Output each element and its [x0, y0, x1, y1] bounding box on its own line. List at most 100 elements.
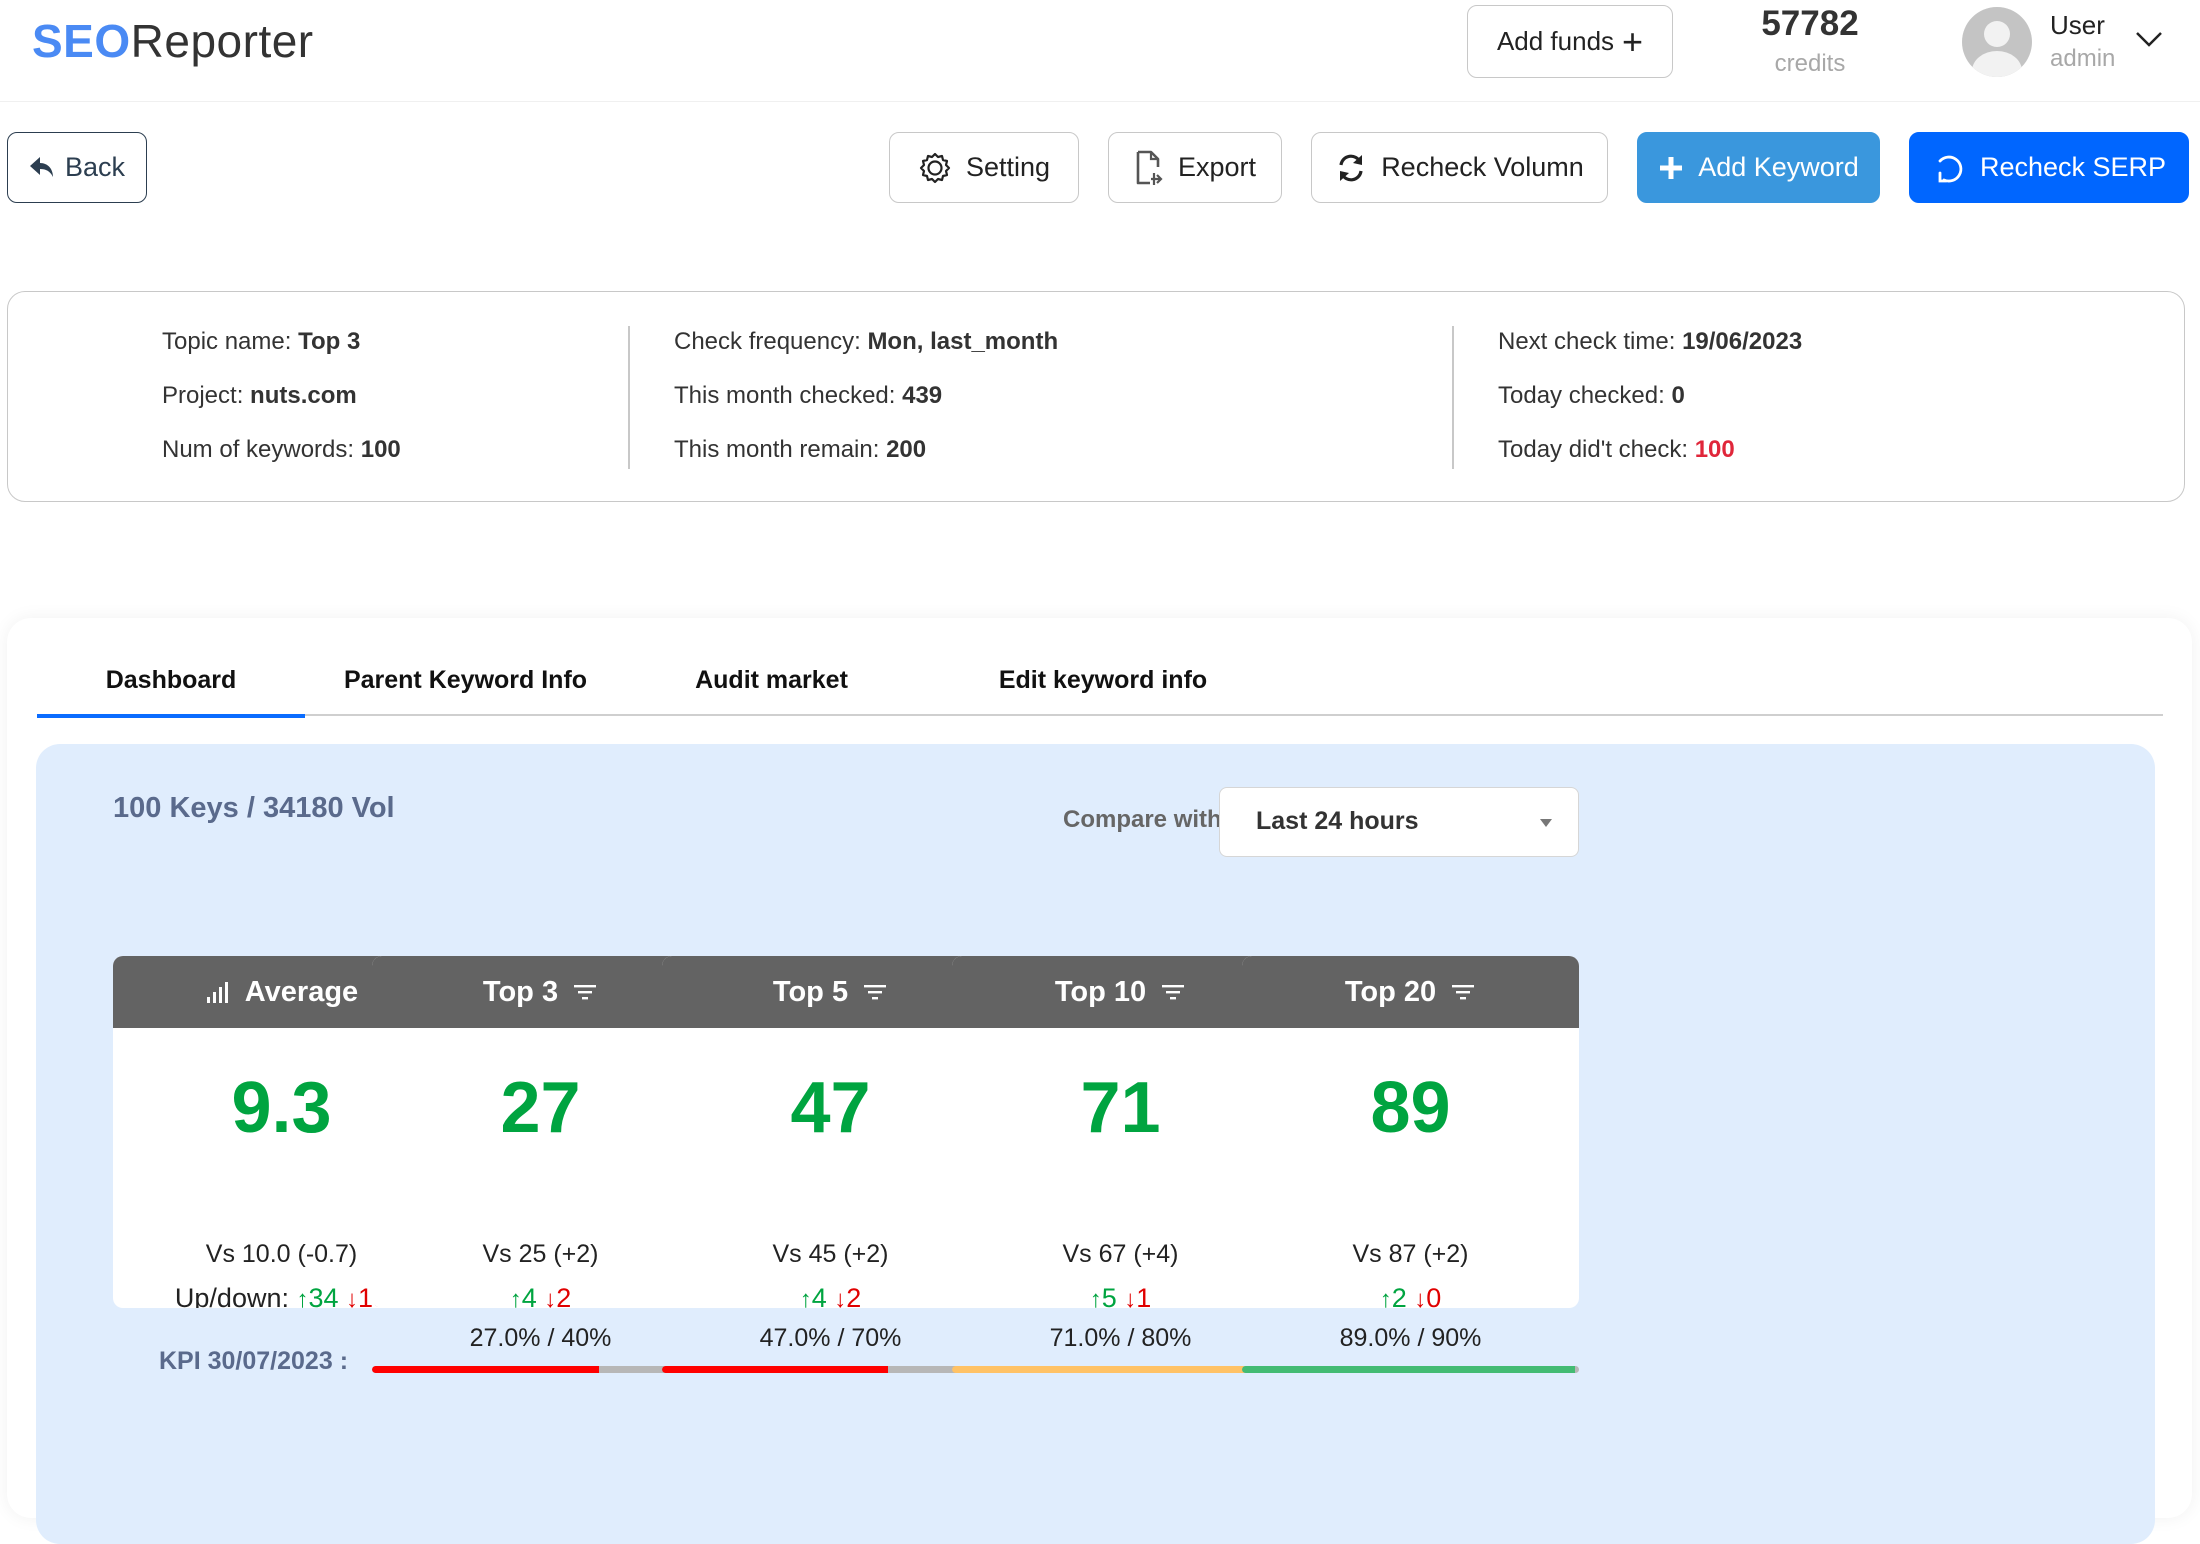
filter-button[interactable]: [862, 982, 888, 1002]
topic-info-panel: Topic name: Top 3 Project: nuts.com Num …: [7, 291, 2185, 502]
tab-edit-keyword-info[interactable]: Edit keyword info: [917, 658, 1289, 716]
info-column-schedule: Next check time: 19/06/2023 Today checke…: [1498, 328, 1802, 490]
arrow-down-icon: ↓: [544, 1286, 557, 1308]
arrow-down-icon: ↓: [834, 1286, 847, 1308]
info-label: Next check time:: [1498, 328, 1676, 355]
info-column-check: Check frequency: Mon, last_month This mo…: [674, 328, 1058, 490]
up-count: ↑5: [1090, 1283, 1117, 1308]
kpi-progress-fill: [952, 1366, 1252, 1373]
info-column-topic: Topic name: Top 3 Project: nuts.com Num …: [162, 328, 401, 490]
tab-parent-keyword-info[interactable]: Parent Keyword Info: [305, 658, 626, 716]
info-value: 439: [902, 382, 943, 409]
logo-seo: SEO: [32, 15, 131, 67]
arrow-up-icon: ↑: [1089, 1286, 1102, 1308]
reply-arrow-icon: [29, 156, 53, 177]
back-label: Back: [64, 152, 126, 182]
filter-button[interactable]: [1160, 982, 1186, 1002]
info-num-keywords: Num of keywords: 100: [162, 436, 401, 490]
app-logo[interactable]: SEOReporter: [32, 14, 314, 68]
compare-with-label: Compare with:: [1063, 806, 1230, 833]
card-title: Top 3: [482, 975, 559, 1008]
info-label: Today did't check:: [1498, 436, 1689, 463]
info-check-frequency: Check frequency: Mon, last_month: [674, 328, 1058, 382]
card-comparison: Vs 45 (+2): [772, 1240, 889, 1268]
up-value: 2: [1391, 1283, 1407, 1308]
filter-button[interactable]: [1450, 982, 1476, 1002]
compare-with-value: Last 24 hours: [1256, 807, 1419, 835]
arrow-down-icon: ↓: [1124, 1286, 1137, 1308]
card-value: 89: [1370, 1068, 1451, 1148]
setting-button[interactable]: Setting: [889, 132, 1079, 203]
kpi-text: 47.0% / 70%: [759, 1324, 902, 1352]
filter-icon[interactable]: [1160, 982, 1186, 1002]
arrow-down-icon: ↓: [346, 1286, 359, 1308]
refresh-icon: [1938, 155, 1963, 182]
recheck-serp-button[interactable]: Recheck SERP: [1909, 132, 2189, 203]
recheck-volumn-button[interactable]: Recheck Volumn: [1311, 132, 1608, 203]
card-header: Top 3: [372, 956, 709, 1028]
chevron-down-icon[interactable]: [2134, 28, 2164, 50]
info-next-check: Next check time: 19/06/2023: [1498, 328, 1802, 382]
kpi-progress-fill: [662, 1366, 889, 1373]
tab-audit-market[interactable]: Audit market: [626, 658, 917, 716]
plus-icon: [1660, 156, 1683, 179]
top-header: SEOReporter Add funds + 57782 credits Us…: [0, 0, 2200, 102]
up-value: 34: [308, 1283, 339, 1308]
info-month-checked: This month checked: 439: [674, 382, 1058, 436]
column-divider: [1452, 326, 1454, 469]
add-keyword-label: Add Keyword: [1698, 152, 1859, 182]
down-count: ↓2: [834, 1283, 861, 1308]
card-value: 71: [1080, 1068, 1161, 1148]
user-avatar[interactable]: [1962, 7, 2032, 77]
card-header: Top 20: [1242, 956, 1579, 1028]
compare-with-select[interactable]: Last 24 hours: [1219, 787, 1579, 857]
add-keyword-button[interactable]: Add Keyword: [1637, 132, 1880, 203]
tab-bar: Dashboard Parent Keyword Info Audit mark…: [37, 658, 2163, 718]
card-comparison: Vs 67 (+4): [1062, 1240, 1179, 1268]
user-info[interactable]: User admin: [2050, 10, 2115, 73]
filter-button[interactable]: [572, 982, 598, 1002]
card-title: Top 20: [1344, 975, 1437, 1008]
info-topic-name: Topic name: Top 3: [162, 328, 401, 382]
user-name: User: [2050, 10, 2105, 40]
kpi-progress-track: [952, 1366, 1289, 1373]
card-comparison: Vs 25 (+2): [482, 1240, 599, 1268]
file-export-icon: [1136, 150, 1163, 185]
avatar-head: [1984, 21, 2010, 47]
info-label: Today checked:: [1498, 382, 1665, 409]
card-header: Top 5: [662, 956, 999, 1028]
recheck-volumn-label: Recheck Volumn: [1381, 152, 1584, 182]
gear-icon: [919, 152, 951, 183]
kpi-progress-track: [662, 1366, 999, 1373]
credits-label: credits: [1774, 50, 1846, 77]
down-value: 1: [1136, 1283, 1152, 1308]
up-count: ↑34: [296, 1283, 338, 1308]
down-count: ↓2: [544, 1283, 571, 1308]
kpi-label: KPI 30/07/2023 :: [159, 1347, 349, 1375]
info-label: This month checked:: [674, 382, 896, 409]
metric-card-top20: Top 20 89 Vs 87 (+2) ↑2 ↓0: [1242, 956, 1579, 1308]
dashboard-panel: 100 Keys / 34180 Vol Compare with: Last …: [36, 744, 2155, 1544]
filter-icon[interactable]: [572, 982, 598, 1002]
card-title: Top 10: [1054, 975, 1147, 1008]
filter-icon[interactable]: [1450, 982, 1476, 1002]
recheck-serp-label: Recheck SERP: [1979, 152, 2167, 182]
tab-dashboard[interactable]: Dashboard: [37, 658, 305, 718]
info-label: This month remain:: [674, 436, 880, 463]
back-button[interactable]: Back: [7, 132, 147, 203]
card-up-down: ↑2 ↓0: [1242, 1283, 1579, 1308]
arrow-down-icon: ↓: [1414, 1286, 1427, 1308]
info-value: 200: [886, 436, 927, 463]
down-value: 2: [556, 1283, 572, 1308]
card-title: Average: [244, 975, 359, 1008]
add-funds-button[interactable]: Add funds +: [1467, 5, 1673, 78]
filter-icon[interactable]: [862, 982, 888, 1002]
user-role: admin: [2050, 45, 2116, 72]
down-value: 2: [846, 1283, 862, 1308]
card-up-down: ↑4 ↓2: [662, 1283, 999, 1308]
metric-card-top5: Top 5 47 Vs 45 (+2) ↑4 ↓2: [662, 956, 999, 1308]
export-button[interactable]: Export: [1108, 132, 1282, 203]
info-value: 100: [1694, 436, 1735, 463]
up-count: ↑2: [1380, 1283, 1407, 1308]
credits-value: 57782: [1761, 4, 1859, 43]
